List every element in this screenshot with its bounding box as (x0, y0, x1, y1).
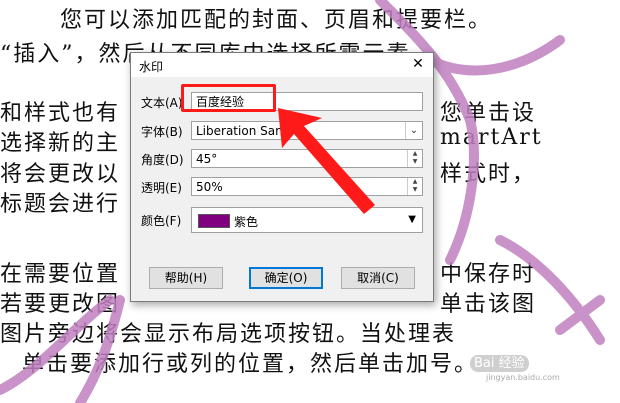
angle-spin-buttons[interactable]: ▲ ▼ (407, 150, 422, 167)
doc-line-3: 和样式也有 (0, 101, 121, 126)
font-label: 字体(B) (141, 125, 183, 139)
spin-down-icon[interactable]: ▼ (408, 186, 422, 194)
dialog-titlebar: 水印 ✕ (131, 53, 433, 77)
color-select[interactable]: 紫色 ▼ (191, 207, 423, 233)
dropdown-arrow-icon[interactable]: ▼ (408, 214, 416, 225)
font-select[interactable]: Liberation Sans ⌄ (191, 121, 423, 140)
doc-fragment-3: 样式时， (440, 162, 537, 187)
doc-fragment-4: 中保存时 (440, 262, 537, 287)
doc-line-5: 将会更改以 (0, 162, 121, 187)
angle-label: 角度(D) (141, 153, 184, 167)
spin-down-icon[interactable]: ▼ (408, 158, 422, 166)
close-icon[interactable]: ✕ (411, 56, 425, 72)
doc-line-1: 您可以添加匹配的封面、页眉和提要栏。 (60, 8, 493, 33)
doc-fragment-1: 您单击设 (440, 101, 537, 126)
text-label: 文本(A) (141, 96, 183, 110)
doc-line-10: 单击要添加行或列的位置，然后单击加号。 (22, 352, 479, 377)
dialog-title: 水印 (139, 60, 164, 74)
font-value: Liberation Sans (196, 124, 289, 138)
spin-up-icon[interactable]: ▲ (408, 150, 422, 158)
spin-up-icon[interactable]: ▲ (408, 178, 422, 186)
chevron-down-icon[interactable]: ⌄ (405, 122, 422, 139)
color-label: 颜色(F) (141, 214, 182, 228)
color-value: 紫色 (234, 215, 259, 229)
brand-watermark: Bai 经验 jingyan.baidu.com (470, 352, 560, 382)
opacity-spinner[interactable]: 50% ▲ ▼ (191, 177, 423, 196)
angle-spinner[interactable]: 45° ▲ ▼ (191, 149, 423, 168)
brand-logo: Bai 经验 (470, 355, 529, 372)
opacity-spin-buttons[interactable]: ▲ ▼ (407, 178, 422, 195)
doc-line-9: 图片旁边将会显示布局选项按钮。当处理表 (0, 322, 457, 347)
angle-value: 45° (196, 152, 218, 166)
cancel-button[interactable]: 取消(C) (341, 267, 415, 289)
doc-fragment-5: 单击该图 (440, 292, 537, 317)
doc-line-7: 在需要位置 (0, 262, 121, 287)
opacity-label: 透明(E) (141, 181, 182, 195)
doc-line-4: 选择新的主 (0, 131, 121, 156)
color-swatch (198, 214, 230, 228)
doc-line-6: 标题会进行 (0, 192, 121, 217)
brand-url: jingyan.baidu.com (486, 373, 560, 382)
opacity-value: 50% (196, 180, 223, 194)
ok-button[interactable]: 确定(O) (249, 267, 323, 289)
doc-fragment-2: martArt (440, 125, 543, 150)
watermark-dialog: 水印 ✕ 文本(A) 百度经验 字体(B) Liberation Sans ⌄ … (130, 52, 434, 302)
annotation-highlight-box (181, 84, 276, 112)
doc-line-8: 若要更改图 (0, 292, 121, 317)
help-button[interactable]: 帮助(H) (149, 267, 223, 289)
